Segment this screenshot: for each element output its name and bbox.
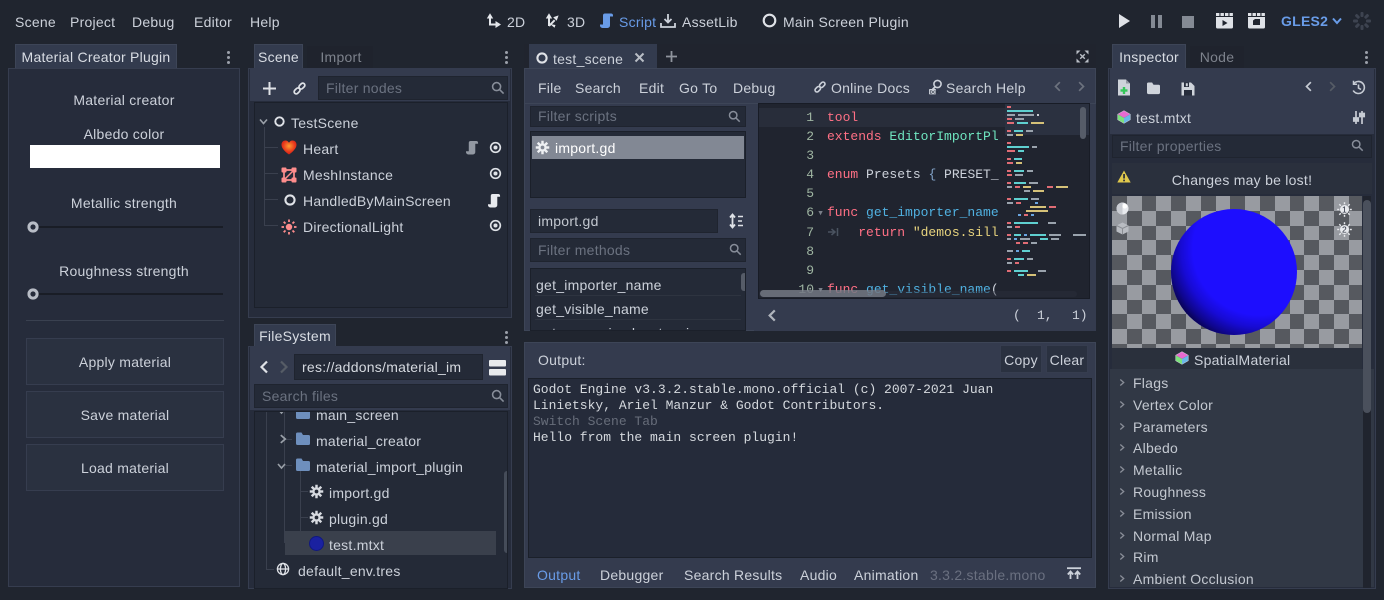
svg-text:1: 1 — [1342, 205, 1347, 215]
svg-text:2: 2 — [1342, 225, 1347, 235]
svg-text:DOC: DOC — [930, 90, 941, 95]
